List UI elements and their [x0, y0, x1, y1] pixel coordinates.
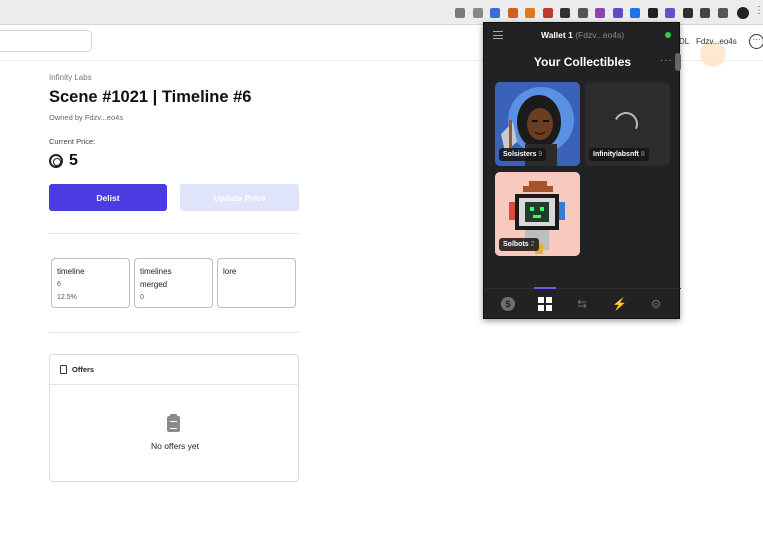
browser-extension-icon[interactable]: [682, 8, 693, 18]
browser-extension-icon[interactable]: [472, 8, 483, 18]
collectible-card-infinitylabsnft[interactable]: Infinitylabsnft 8: [585, 82, 670, 166]
collectibles-grid-icon: [538, 297, 552, 311]
wallet-name: Wallet 1: [541, 30, 573, 40]
loading-spinner-icon: [610, 108, 642, 140]
browser-extension-icon[interactable]: [542, 8, 553, 18]
current-price-label: Current Price:: [49, 137, 96, 146]
browser-extension-icon[interactable]: [455, 8, 465, 18]
swap-arrows-icon: ⇆: [576, 297, 588, 311]
browser-extension-icon[interactable]: [525, 8, 535, 18]
nav-activity[interactable]: ⚡: [612, 297, 627, 311]
lightning-icon: ⚡: [612, 297, 627, 311]
collectible-label: Solbots 2: [499, 238, 539, 251]
connection-status-dot: [665, 32, 671, 38]
collectible-card-solbots[interactable]: Solbots 2: [495, 172, 580, 256]
collection-name[interactable]: Infinity Labs: [49, 73, 92, 82]
attribute-card-lore[interactable]: lore: [217, 258, 296, 308]
divider: [49, 233, 299, 234]
browser-extension-icon[interactable]: [612, 8, 623, 18]
scrollbar[interactable]: [675, 53, 681, 71]
header-user-address[interactable]: Fdzv...eo4s: [696, 37, 737, 46]
collectible-label: Infinitylabsnft 8: [589, 148, 649, 161]
update-price-button[interactable]: Update Price: [180, 184, 299, 211]
menu-icon[interactable]: [493, 31, 503, 39]
attribute-card-timelines-merged[interactable]: timelines merged 0: [134, 258, 213, 308]
offers-panel: Offers No offers yet: [49, 354, 299, 482]
no-offers-text: No offers yet: [150, 441, 200, 451]
collectible-label: Solsisters 9: [499, 148, 547, 161]
clipboard-list-icon: [167, 414, 180, 432]
collectibles-heading: Your Collectibles: [533, 55, 632, 69]
delist-button[interactable]: Delist: [49, 184, 167, 211]
offers-header: Offers: [50, 355, 298, 385]
browser-extension-icon[interactable]: [647, 8, 658, 18]
browser-menu-icon[interactable]: ⋮: [754, 5, 763, 16]
browser-profile-avatar[interactable]: [737, 7, 749, 19]
dollar-icon: $: [501, 297, 515, 311]
nav-collectibles[interactable]: [538, 297, 552, 311]
owner-text: Owned by Fdzv...eo4s: [49, 113, 124, 122]
offers-title: Offers: [72, 365, 95, 374]
collectibles-more-button[interactable]: ···: [660, 55, 673, 66]
wallet-bottom-nav: $ ⇆ ⚡ ⚙: [484, 287, 681, 319]
browser-extension-icon[interactable]: [490, 8, 500, 18]
browser-extension-icon[interactable]: [560, 8, 570, 18]
nav-swap[interactable]: ⇆: [575, 297, 589, 311]
header-more-button[interactable]: ···: [749, 34, 763, 49]
clipboard-icon: [60, 365, 67, 374]
divider: [49, 332, 299, 333]
wallet-popup: Wallet 1 (Fdzv...eo4s) Your Collectibles…: [483, 22, 681, 319]
settings-gear-icon: ⚙: [650, 297, 662, 311]
nav-settings[interactable]: ⚙: [649, 297, 663, 311]
active-tab-indicator: [534, 287, 556, 289]
wallet-header: Wallet 1 (Fdzv...eo4s): [484, 23, 681, 49]
wallet-selector[interactable]: Wallet 1 (Fdzv...eo4s): [541, 30, 624, 40]
price-display: 5: [49, 152, 78, 170]
solana-icon: [49, 154, 63, 168]
browser-extension-icon[interactable]: [507, 8, 518, 18]
browser-extension-icon[interactable]: [577, 8, 588, 18]
nav-balance[interactable]: $: [501, 297, 515, 311]
page-title: Scene #1021 | Timeline #6: [49, 88, 252, 106]
browser-extension-icon[interactable]: [700, 8, 710, 18]
attribute-value: 0: [140, 294, 144, 301]
price-value: 5: [69, 152, 78, 169]
attribute-card-timeline[interactable]: timeline 6 12.5%: [51, 258, 130, 308]
browser-extension-icon[interactable]: [665, 8, 675, 18]
wallet-address: (Fdzv...eo4s): [575, 30, 625, 40]
attribute-value: 6: [57, 281, 61, 288]
attribute-key: lore: [223, 267, 237, 276]
attribute-key: timelines merged: [140, 267, 172, 289]
browser-extension-icon[interactable]: [630, 8, 640, 18]
attribute-rarity: 12.5%: [57, 294, 77, 301]
browser-extension-icon[interactable]: [717, 8, 728, 18]
collectible-card-solsisters[interactable]: Solsisters 9: [495, 82, 580, 166]
search-input[interactable]: [0, 30, 92, 52]
attribute-key: timeline: [57, 267, 85, 276]
browser-extension-icon[interactable]: [595, 8, 605, 18]
